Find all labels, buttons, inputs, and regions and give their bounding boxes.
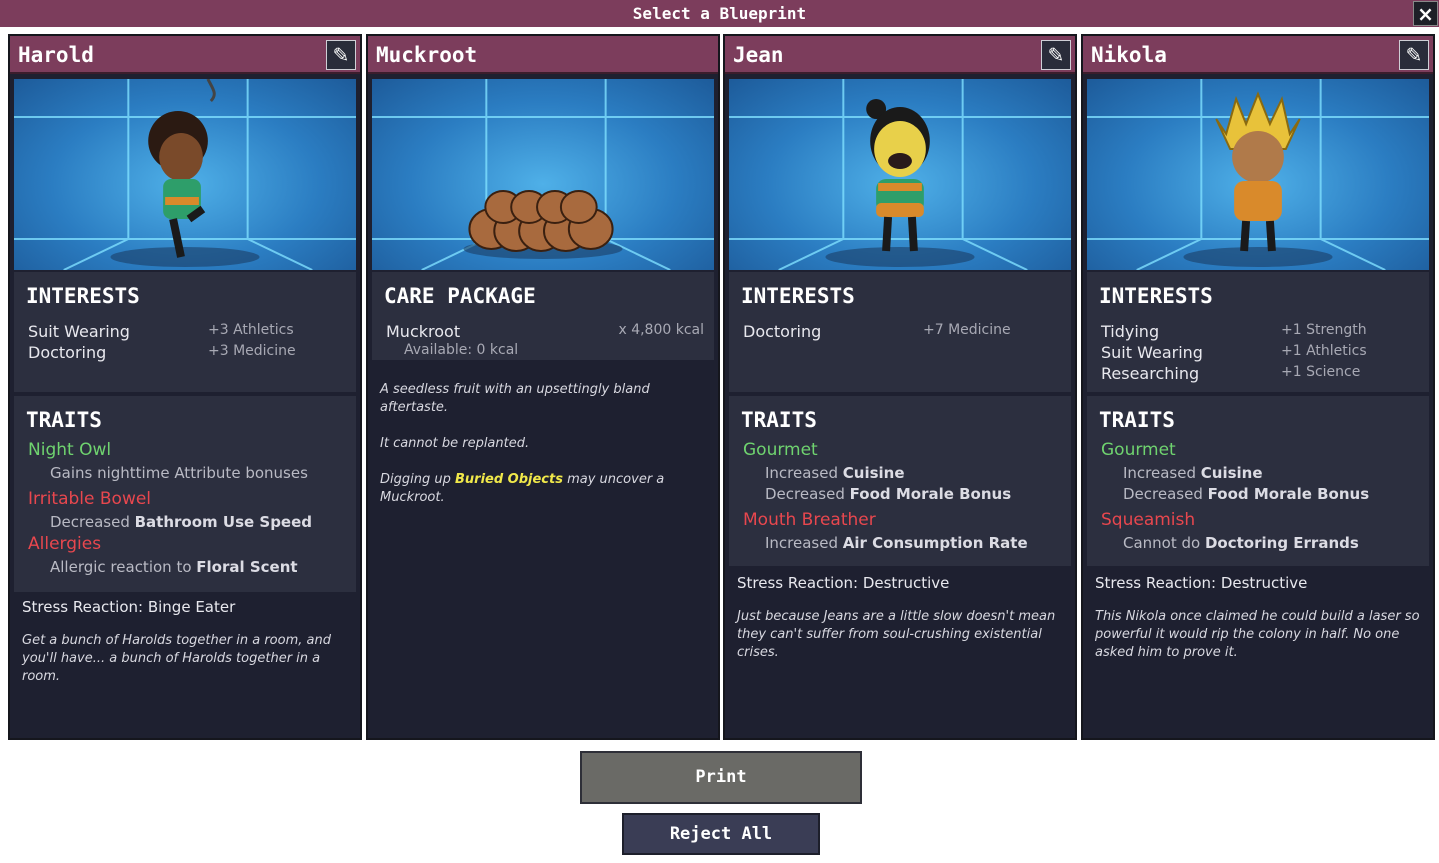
duplicant-bio: This Nikola once claimed he could build … xyxy=(1095,609,1420,660)
package-portrait xyxy=(372,79,714,270)
duplicant-name: Jean xyxy=(733,43,784,67)
interest-label: Doctoring xyxy=(743,322,822,341)
interest-label: Suit Wearing xyxy=(1101,343,1203,362)
item-description: A seedless fruit with an upsettingly bla… xyxy=(380,382,650,415)
trait-name: Night Owl xyxy=(28,440,112,460)
item-description: It cannot be replanted. xyxy=(380,436,530,451)
duplicant-portrait xyxy=(14,79,356,270)
trait-description: Decreased Bathroom Use Speed xyxy=(50,513,313,531)
item-quantity: x 4,800 kcal xyxy=(618,322,704,338)
portrait-grid xyxy=(372,79,714,270)
care-package-card-muckroot[interactable]: Muckroot CARE PACKAGE Muckroot x 4,800 k… xyxy=(366,34,720,740)
card-header: Jean ✎ xyxy=(725,36,1075,74)
harold-figure xyxy=(148,79,216,258)
interests-section: INTERESTS Doctoring +7 Medicine xyxy=(729,272,1071,392)
interest-value: +7 Medicine xyxy=(923,322,1011,338)
item-name: Muckroot xyxy=(386,322,461,341)
interest-value: +1 Science xyxy=(1281,364,1361,380)
trait-description: Decreased Food Morale Bonus xyxy=(1123,485,1370,503)
trait-name: Gourmet xyxy=(743,440,818,460)
portrait-grid xyxy=(1087,79,1429,270)
muckroot-pile xyxy=(468,190,614,252)
package-name: Muckroot xyxy=(376,43,478,67)
traits-title: TRAITS xyxy=(741,408,817,432)
care-package-section: CARE PACKAGE Muckroot x 4,800 kcal Avail… xyxy=(372,272,714,360)
traits-section: TRAITS Gourmet Increased Cuisine Decreas… xyxy=(729,396,1071,566)
interest-value: +1 Athletics xyxy=(1281,343,1367,359)
interests-section: INTERESTS Tidying +1 Strength Suit Weari… xyxy=(1087,272,1429,392)
print-button[interactable]: Print xyxy=(580,751,862,804)
edit-name-icon[interactable]: ✎ xyxy=(1041,40,1071,70)
duplicant-portrait xyxy=(729,79,1071,270)
portrait-grid xyxy=(14,79,356,270)
interests-title: INTERESTS xyxy=(1099,284,1213,308)
interest-label: Suit Wearing xyxy=(28,322,130,341)
trait-name: Squeamish xyxy=(1101,510,1196,530)
item-available: Available: 0 kcal xyxy=(404,342,519,358)
stress-reaction: Stress Reaction: Binge Eater xyxy=(22,598,236,616)
traits-title: TRAITS xyxy=(26,408,102,432)
duplicant-name: Nikola xyxy=(1091,43,1167,67)
trait-description: Decreased Food Morale Bonus xyxy=(765,485,1012,503)
trait-name: Allergies xyxy=(28,534,102,554)
trait-description: Allergic reaction to Floral Scent xyxy=(50,558,298,576)
trait-description: Increased Cuisine xyxy=(765,464,905,482)
card-header: Muckroot xyxy=(368,36,718,74)
edit-name-icon[interactable]: ✎ xyxy=(326,40,356,70)
trait-description: Gains nighttime Attribute bonuses xyxy=(50,464,308,482)
trait-name: Irritable Bowel xyxy=(28,489,152,509)
care-package-title: CARE PACKAGE xyxy=(384,284,536,308)
interests-title: INTERESTS xyxy=(741,284,855,308)
item-description: Digging up Buried Objects may uncover a … xyxy=(380,472,665,505)
trait-description: Cannot do Doctoring Errands xyxy=(1123,534,1359,552)
edit-name-icon[interactable]: ✎ xyxy=(1399,40,1429,70)
card-header: Harold ✎ xyxy=(10,36,360,74)
interest-label: Doctoring xyxy=(28,343,107,362)
interest-value: +3 Medicine xyxy=(208,343,296,359)
close-icon[interactable]: × xyxy=(1413,1,1438,26)
stress-reaction: Stress Reaction: Destructive xyxy=(737,574,950,592)
window-title-bar: Select a Blueprint xyxy=(0,0,1439,27)
interests-section: INTERESTS Suit Wearing +3 Athletics Doct… xyxy=(14,272,356,392)
card-header: Nikola ✎ xyxy=(1083,36,1433,74)
duplicant-card-nikola[interactable]: Nikola ✎ INTERESTS Tidying +1 Strength S… xyxy=(1081,34,1435,740)
trait-description: Increased Cuisine xyxy=(1123,464,1263,482)
interests-title: INTERESTS xyxy=(26,284,140,308)
reject-all-button[interactable]: Reject All xyxy=(622,813,820,855)
duplicant-name: Harold xyxy=(18,43,94,67)
duplicant-card-jean[interactable]: Jean ✎ INTERESTS Doctoring +7 Medicine T… xyxy=(723,34,1077,740)
portrait-grid xyxy=(729,79,1071,270)
buried-objects-link[interactable]: Buried Objects xyxy=(455,472,563,487)
interest-value: +3 Athletics xyxy=(208,322,294,338)
jean-figure xyxy=(866,99,930,252)
interest-label: Tidying xyxy=(1101,322,1160,341)
window-title: Select a Blueprint xyxy=(632,4,807,23)
duplicant-card-harold[interactable]: Harold ✎ INTERESTS Suit Wearing +3 Athle… xyxy=(8,34,362,740)
trait-name: Mouth Breather xyxy=(743,510,876,530)
duplicant-portrait xyxy=(1087,79,1429,270)
trait-description: Increased Air Consumption Rate xyxy=(765,534,1028,552)
traits-section: TRAITS Gourmet Increased Cuisine Decreas… xyxy=(1087,396,1429,566)
interest-value: +1 Strength xyxy=(1281,322,1367,338)
traits-section: TRAITS Night Owl Gains nighttime Attribu… xyxy=(14,396,356,592)
traits-title: TRAITS xyxy=(1099,408,1175,432)
duplicant-bio: Just because Jeans are a little slow doe… xyxy=(737,609,1056,660)
duplicant-bio: Get a bunch of Harolds together in a roo… xyxy=(22,633,331,684)
interest-label: Researching xyxy=(1101,364,1200,383)
trait-name: Gourmet xyxy=(1101,440,1176,460)
stress-reaction: Stress Reaction: Destructive xyxy=(1095,574,1308,592)
